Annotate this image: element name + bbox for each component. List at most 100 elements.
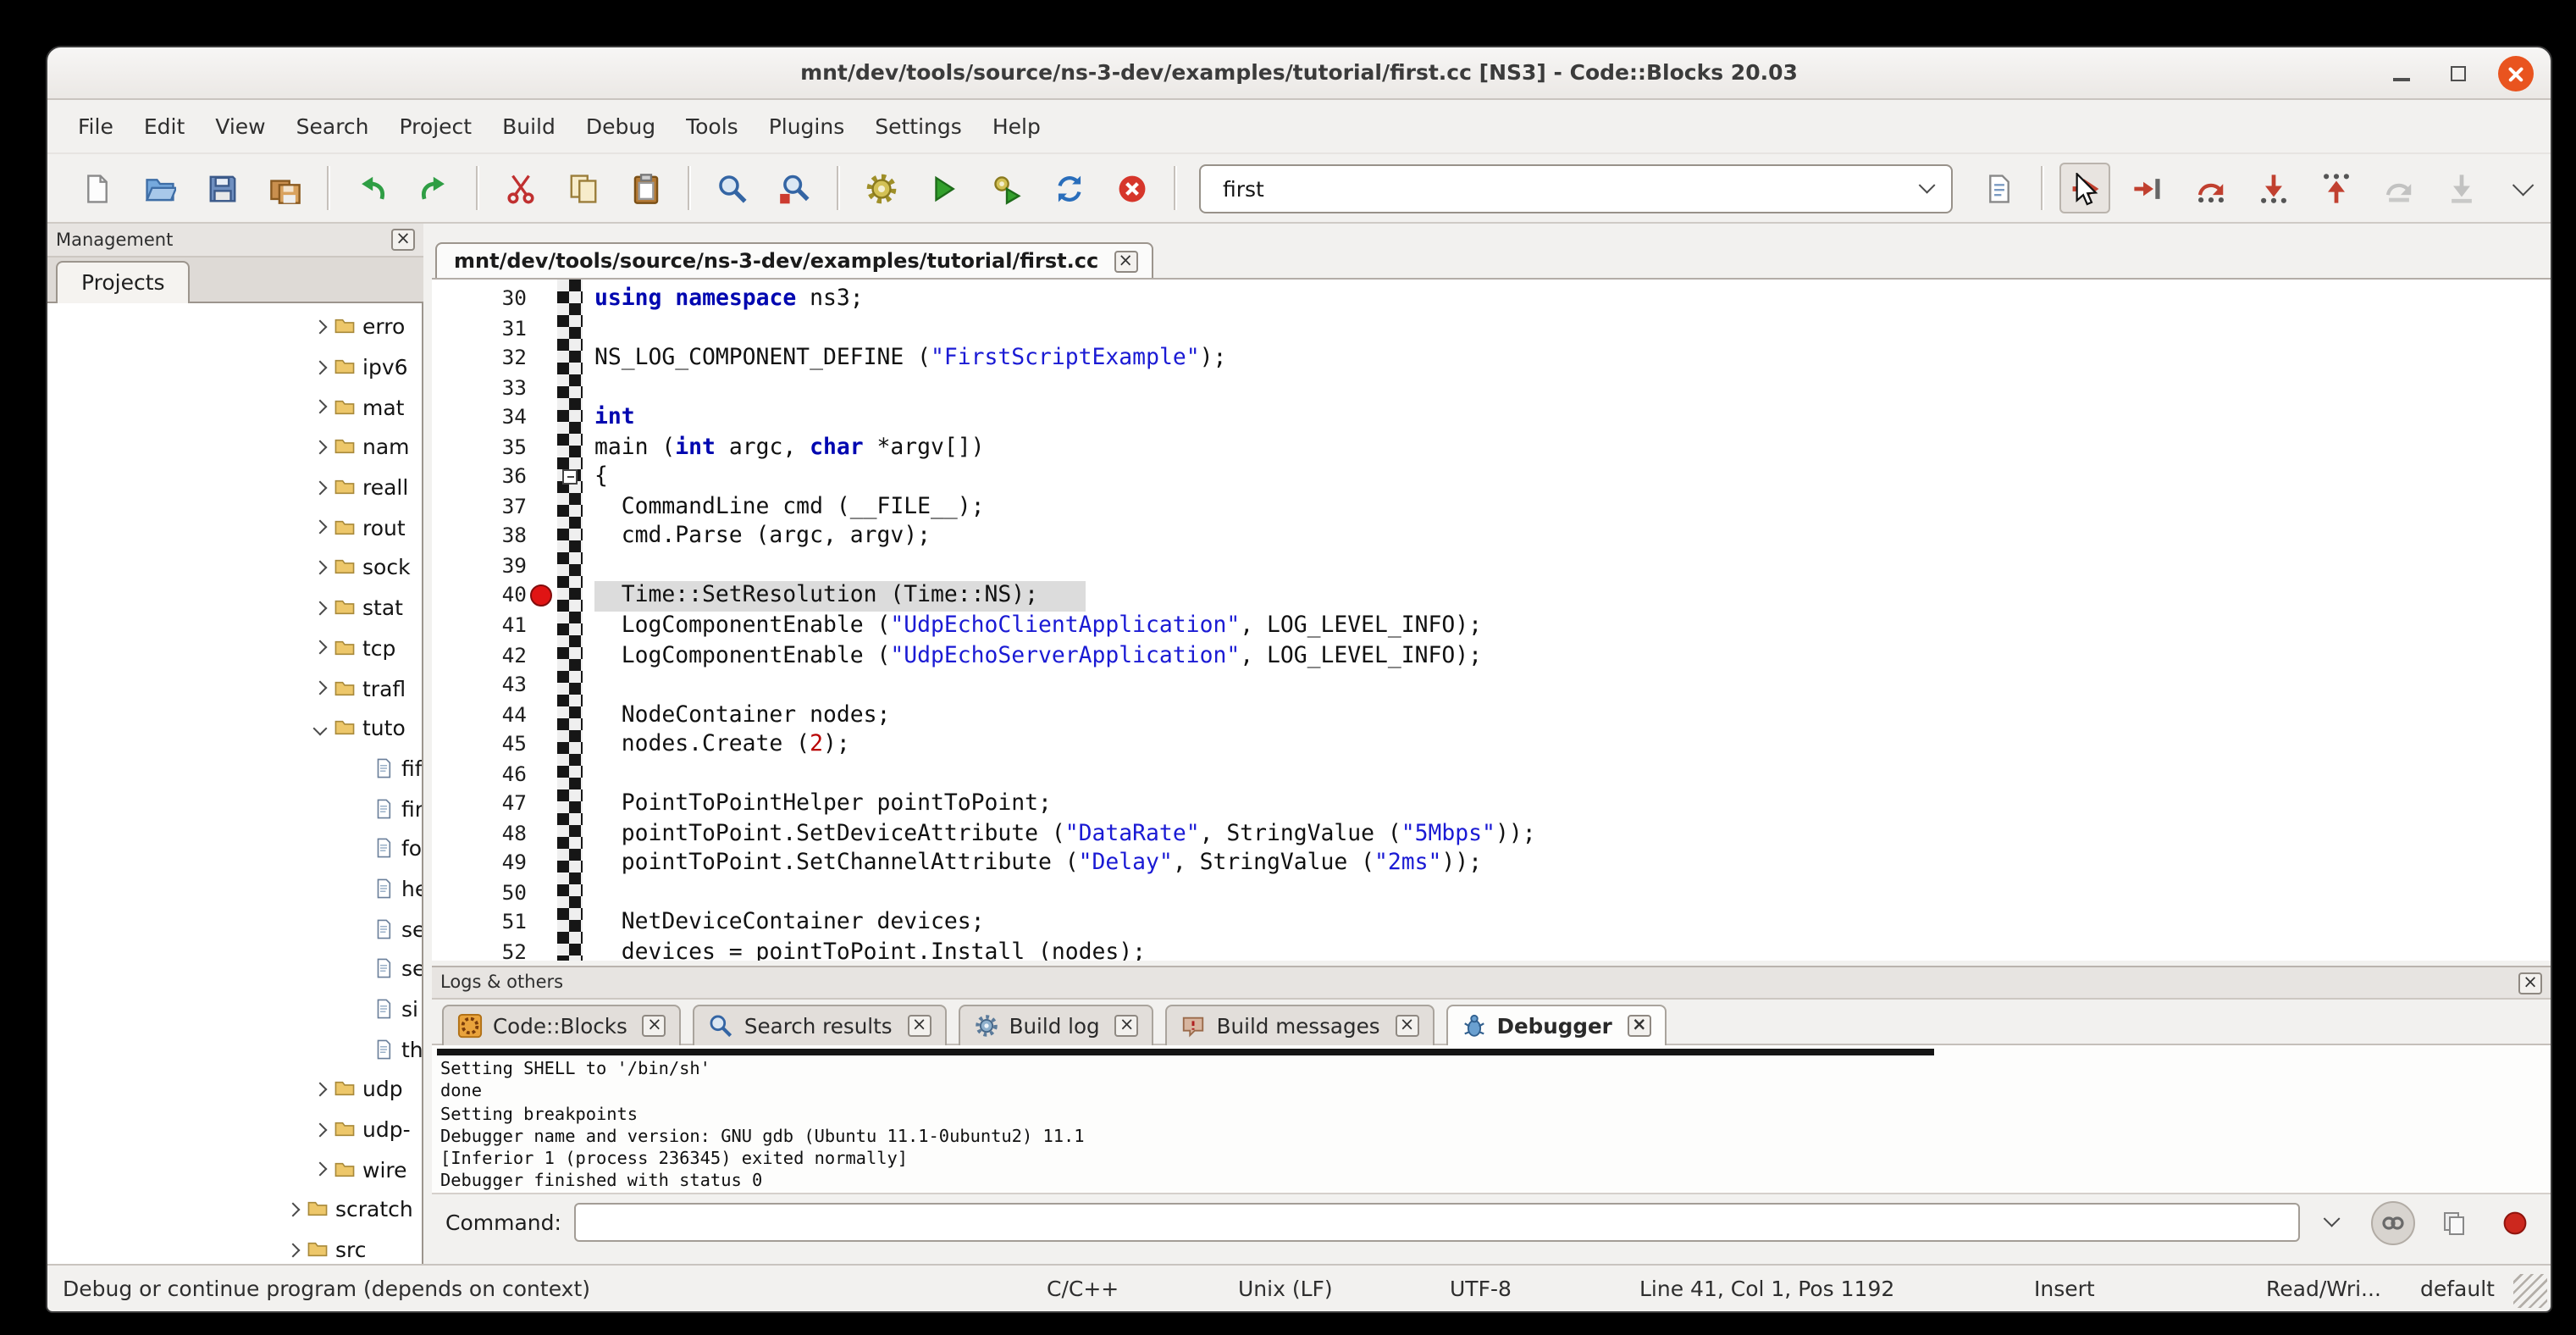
close-icon[interactable]: × — [391, 229, 415, 251]
menu-debug[interactable]: Debug — [571, 107, 671, 146]
tree-expander[interactable] — [308, 1124, 332, 1134]
tree-expander[interactable] — [308, 1084, 332, 1094]
cut-button[interactable] — [495, 163, 545, 213]
tree-expander[interactable] — [281, 1205, 305, 1215]
tree-item[interactable]: se — [47, 949, 422, 989]
tree-item[interactable]: src — [47, 1230, 422, 1264]
tree-expander[interactable] — [308, 482, 332, 492]
tree-item[interactable]: fo — [47, 828, 422, 868]
menu-search[interactable]: Search — [281, 107, 384, 146]
tree-item[interactable]: th — [47, 1029, 422, 1069]
maximize-button[interactable] — [2441, 56, 2476, 91]
save-all-button[interactable] — [259, 163, 310, 213]
breakpoint-marker[interactable] — [530, 585, 552, 607]
close-icon[interactable]: × — [1396, 1015, 1419, 1037]
line-number[interactable]: 36 — [432, 463, 527, 493]
tree-item[interactable]: udp- — [47, 1110, 422, 1149]
line-number[interactable]: 30 — [432, 285, 527, 314]
line-number[interactable]: 34 — [432, 403, 527, 433]
step-into-instruction-button[interactable] — [2435, 163, 2486, 213]
tree-expander[interactable] — [308, 362, 332, 372]
tree-item[interactable]: mat — [47, 387, 422, 427]
minimize-button[interactable] — [2383, 56, 2418, 91]
tree-expander[interactable] — [308, 1165, 332, 1175]
tree-item[interactable]: rout — [47, 507, 422, 547]
abort-button[interactable] — [1106, 163, 1157, 213]
menu-file[interactable]: File — [63, 107, 129, 146]
tree-expander[interactable] — [308, 523, 332, 533]
command-input[interactable] — [575, 1203, 2300, 1242]
command-dropdown[interactable] — [2313, 1204, 2351, 1241]
line-number[interactable]: 31 — [432, 314, 527, 344]
copy-small-button[interactable] — [2432, 1200, 2476, 1244]
record-stop-button[interactable] — [2493, 1200, 2537, 1244]
line-number[interactable]: 51 — [432, 909, 527, 939]
build-target-combo[interactable]: first — [1199, 163, 1953, 213]
tree-item[interactable]: udp — [47, 1069, 422, 1109]
tree-item[interactable]: tcp — [47, 628, 422, 668]
menu-edit[interactable]: Edit — [129, 107, 200, 146]
tree-item[interactable]: he — [47, 868, 422, 908]
step-out-button[interactable] — [2310, 163, 2361, 213]
menu-help[interactable]: Help — [977, 107, 1056, 146]
paste-button[interactable] — [620, 163, 671, 213]
tree-expander[interactable] — [308, 723, 332, 733]
tree-expander[interactable] — [308, 602, 332, 612]
line-number[interactable]: 43 — [432, 671, 527, 701]
editor-tab-first-cc[interactable]: mnt/dev/tools/source/ns-3-dev/examples/t… — [435, 242, 1153, 280]
menu-tools[interactable]: Tools — [671, 107, 754, 146]
line-number[interactable]: 49 — [432, 850, 527, 879]
copy-button[interactable] — [557, 163, 608, 213]
line-number[interactable]: 32 — [432, 344, 527, 374]
fold-marker[interactable] — [562, 470, 578, 485]
close-icon[interactable]: × — [1114, 250, 1137, 272]
close-button[interactable] — [2498, 56, 2534, 91]
run-button[interactable] — [918, 163, 969, 213]
line-number[interactable]: 42 — [432, 641, 527, 671]
tree-expander[interactable] — [308, 322, 332, 332]
save-button[interactable] — [196, 163, 247, 213]
step-into-button[interactable] — [2247, 163, 2298, 213]
attach-button[interactable] — [2371, 1200, 2415, 1244]
tree-item[interactable]: trafl — [47, 668, 422, 707]
line-number[interactable]: 38 — [432, 523, 527, 552]
log-tab-search-results[interactable]: Search results× — [694, 1005, 947, 1045]
next-line-button[interactable] — [2185, 163, 2236, 213]
close-icon[interactable]: × — [643, 1015, 666, 1037]
tree-expander[interactable] — [308, 643, 332, 653]
line-number[interactable]: 33 — [432, 374, 527, 403]
tree-expander[interactable] — [308, 442, 332, 452]
tree-expander[interactable] — [308, 683, 332, 693]
menu-project[interactable]: Project — [384, 107, 488, 146]
close-icon[interactable]: × — [1628, 1015, 1651, 1037]
line-number[interactable]: 40 — [432, 582, 527, 612]
tree-expander[interactable] — [308, 402, 332, 412]
tree-item[interactable]: ipv6 — [47, 346, 422, 386]
tree-item[interactable]: fif — [47, 748, 422, 788]
tree-expander[interactable] — [308, 562, 332, 573]
tree-item[interactable]: stat — [47, 588, 422, 628]
build-button[interactable] — [855, 163, 906, 213]
line-number[interactable]: 41 — [432, 612, 527, 641]
tab-projects[interactable]: Projects — [56, 261, 191, 303]
undo-button[interactable] — [345, 163, 396, 213]
redo-button[interactable] — [408, 163, 459, 213]
line-number[interactable]: 50 — [432, 879, 527, 909]
line-number[interactable]: 47 — [432, 790, 527, 820]
new-file-button[interactable] — [71, 163, 122, 213]
tree-item[interactable]: scratch — [47, 1189, 422, 1229]
line-number[interactable]: 35 — [432, 433, 527, 463]
line-number[interactable]: 37 — [432, 493, 527, 523]
tree-item[interactable]: nam — [47, 427, 422, 467]
line-number[interactable]: 48 — [432, 820, 527, 850]
menu-view[interactable]: View — [200, 107, 280, 146]
log-tab-build-messages[interactable]: Build messages× — [1166, 1005, 1434, 1045]
tree-item[interactable]: tuto — [47, 708, 422, 748]
titlebar[interactable]: mnt/dev/tools/source/ns-3-dev/examples/t… — [47, 47, 2551, 100]
log-tab-build-log[interactable]: Build log× — [959, 1005, 1154, 1045]
tree-item[interactable]: se — [47, 909, 422, 949]
debug-continue-button[interactable] — [2059, 163, 2110, 213]
open-file-button[interactable] — [134, 163, 185, 213]
line-number[interactable]: 44 — [432, 701, 527, 730]
tree-item[interactable]: si — [47, 989, 422, 1028]
